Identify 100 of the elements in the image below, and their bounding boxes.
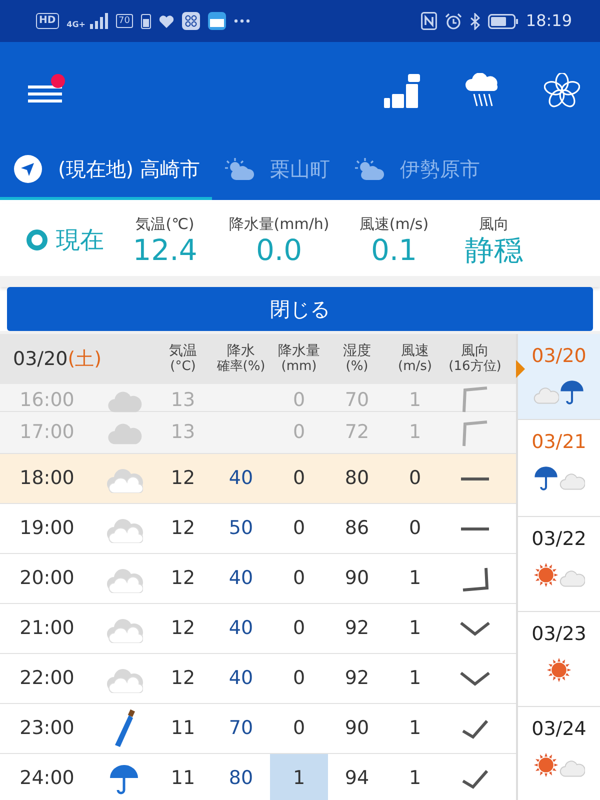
precipitation-cell-text: 0 [292,666,306,692]
column-unit: (°C) [170,360,196,375]
wind-speed-cell-text: 1 [408,666,422,692]
column-header: 風向 [461,343,489,360]
day-item[interactable]: 03/21 [518,420,600,517]
rain-cloud-icon[interactable] [464,73,500,109]
wind-direction-icon [461,768,489,788]
humidity-cell-text: 94 [344,766,370,792]
sun-icon [533,562,559,588]
time-cell-text: 23:00 [18,716,76,742]
metric-label: 気温(℃) [136,214,194,235]
status-time: 18:19 [526,10,572,32]
time-cell-text: 16:00 [18,388,76,412]
metric-value: 12.4 [132,235,198,268]
flower-icon[interactable] [544,73,580,109]
nfc-icon [420,12,437,30]
wind-speed-cell-text: 0 [408,466,422,492]
signal-icon [90,13,108,29]
precipitation-cell-text: 0 [292,388,306,412]
column-unit: 確率(%) [216,360,266,375]
wind-speed-cell-text: 1 [408,766,422,792]
cloud-icon [559,470,585,490]
time-cell-text: 20:00 [18,566,76,592]
umbrella-icon [533,464,559,490]
network-type: 4G+ [66,20,86,29]
umbrella-icon [559,378,585,404]
ring-icon [26,229,48,251]
hd-indicator: HD [36,13,59,29]
wind-speed-cell-text: 1 [408,566,422,592]
closed-umbrella-icon [112,708,136,748]
metric-label: 降水量(mm/h) [228,214,330,235]
time-cell-text: 17:00 [18,420,76,446]
battery-icon [488,14,518,28]
precipitation-chance-cell-text: 40 [228,666,254,692]
bluetooth-icon [470,12,480,30]
humidity-cell-text: 92 [344,616,370,642]
day-item[interactable]: 03/23 [518,612,600,707]
precipitation-chance-cell-text: 40 [228,466,254,492]
time-cell-text: 18:00 [18,466,76,492]
time-cell-text: 24:00 [18,766,76,792]
time-cell-text: 22:00 [18,666,76,692]
precipitation-chance-cell-text: 50 [228,516,254,542]
column-header: 気温 [169,343,197,360]
temperature-cell-text: 13 [170,420,196,446]
temperature-cell-text: 12 [170,466,196,492]
cloud-icon [559,568,585,588]
metric-value: 静穏 [465,235,523,268]
precipitation-chance-cell-text: 80 [228,766,254,792]
cloud-icon [559,758,585,778]
temperature-cell-text: 11 [170,766,196,792]
day-item[interactable]: 03/22 [518,517,600,612]
metric-label: 風向 [479,214,509,235]
partly-cloudy-icon [224,156,254,180]
column-header: 湿度 [343,343,371,360]
bar-blocks-icon[interactable] [384,74,420,108]
column-header: 風速 [401,343,429,360]
precipitation-cell: 1 [270,754,328,800]
column-unit: (16方位) [448,360,502,375]
umbrella-icon [109,762,139,794]
precipitation-cell-text: 0 [292,616,306,642]
precipitation-cell-text: 0 [292,566,306,592]
wind-direction-icon [459,670,491,687]
metric-label: 風速(m/s) [359,214,429,235]
time-cell-text: 19:00 [18,516,76,542]
folder-app-icon [208,12,226,30]
wind-direction-icon [461,718,489,738]
precipitation-cell-text: 0 [292,716,306,742]
heart-icon [158,14,174,28]
temperature-cell-text: 13 [170,388,196,412]
current-label: 現在 [56,225,104,256]
location-tab[interactable]: (現在地) 高崎市 [2,140,212,197]
humidity-cell-text: 86 [344,516,370,542]
precipitation-cell-text: 0 [292,420,306,446]
wind-speed-cell-text: 1 [408,388,422,412]
sim-card-icon [140,14,151,28]
precipitation-cell-text: 0 [292,466,306,492]
wind-direction-icon [459,620,491,637]
humidity-cell-text: 72 [344,420,370,446]
day-item[interactable]: 03/24 [518,707,600,800]
temperature-cell-text: 12 [170,616,196,642]
humidity-cell-text: 70 [344,388,370,412]
wind-speed-cell-text: 1 [408,616,422,642]
time-cell-text: 21:00 [18,616,76,642]
humidity-cell-text: 92 [344,666,370,692]
cloud-icon [533,384,559,404]
column-unit: (%) [346,360,368,375]
date-heading: 03/20(土) [12,346,103,372]
temperature-cell-text: 12 [170,566,196,592]
column-unit: (m/s) [398,360,432,375]
sun-icon [533,752,559,778]
close-button[interactable]: 閉じる [7,287,593,331]
wind-speed-cell-text: 1 [408,716,422,742]
level-badge: 70 [116,14,133,28]
temperature-cell-text: 12 [170,666,196,692]
wind-speed-cell-text: 0 [408,516,422,542]
alarm-icon [444,12,462,30]
column-unit: (mm) [281,360,317,375]
humidity-cell-text: 90 [344,716,370,742]
precipitation-chance-cell-text: 40 [228,616,254,642]
temperature-cell-text: 12 [170,516,196,542]
